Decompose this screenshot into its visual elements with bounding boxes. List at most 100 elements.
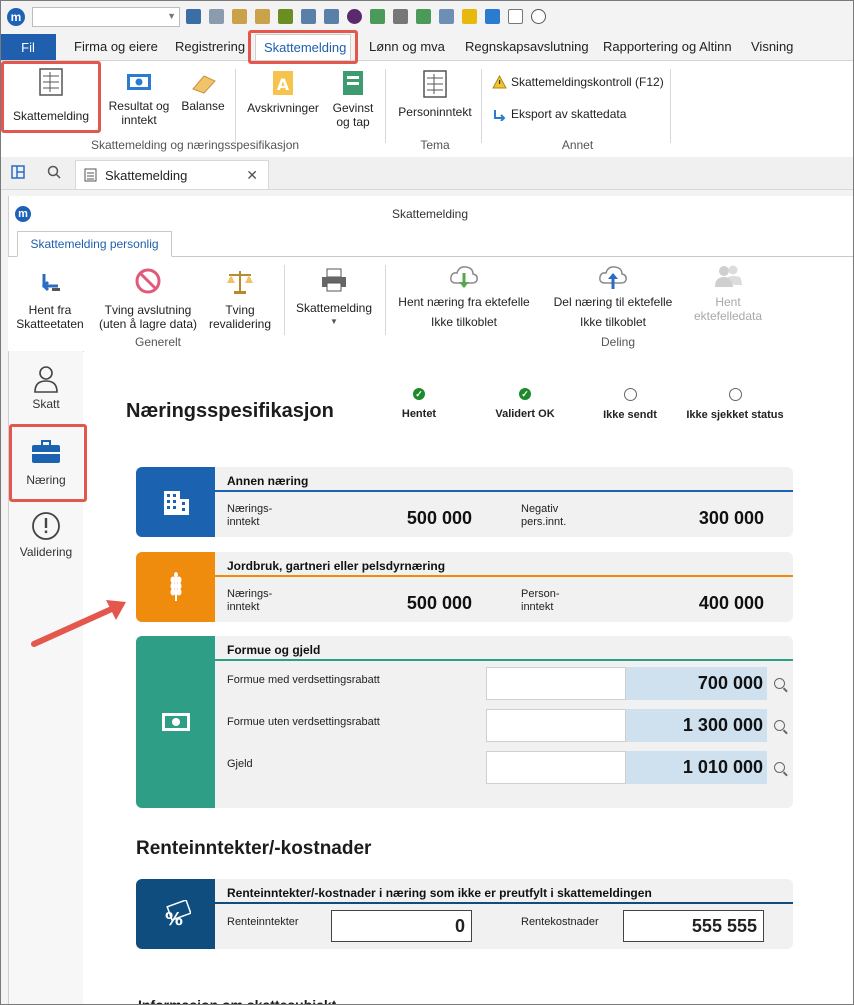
group-label-tema: Tema	[420, 138, 450, 152]
tab-skattemelding-personlig[interactable]: Skattemelding personlig	[17, 231, 172, 257]
field-label: Formue med verdsettingsrabatt	[227, 674, 380, 686]
form-icon	[423, 70, 447, 98]
card-jordbruk[interactable]: Jordbruk, gartneri eller pelsdyrnæring N…	[136, 552, 793, 622]
sidenav-label-skatt: Skatt	[32, 397, 60, 411]
status-label: Hentet	[401, 408, 437, 420]
sidenav-label-naering: Næring	[26, 473, 66, 487]
person-icon	[34, 366, 58, 393]
formue-med-input[interactable]	[486, 667, 626, 700]
hent-naering-button[interactable]: Hent næring fra ektefelle Ikke tilkoblet	[394, 263, 534, 329]
panels-icon[interactable]	[11, 165, 25, 179]
tab-skattemelding[interactable]: Skattemelding	[255, 34, 351, 60]
briefcase-icon	[32, 440, 60, 463]
scale-icon[interactable]	[232, 9, 247, 24]
card-icon-box	[136, 636, 215, 808]
company-selector[interactable]: ▼	[32, 7, 180, 27]
skattemelding-print-button[interactable]: Skattemelding ▼	[292, 267, 376, 329]
monitor-2-icon[interactable]	[324, 9, 339, 24]
monitor-icon[interactable]	[301, 9, 316, 24]
card-divider	[215, 490, 793, 492]
card-divider	[215, 575, 793, 577]
del-naering-button[interactable]: Del næring til ektefelle Ikke tilkoblet	[548, 263, 678, 329]
group-label-generelt: Generelt	[134, 335, 182, 349]
gjeld-value[interactable]: 1 010 000	[626, 751, 767, 784]
search-icon[interactable]	[774, 762, 785, 773]
search-icon[interactable]	[774, 678, 785, 689]
search-icon[interactable]	[774, 720, 785, 731]
eksport-button[interactable]: Eksport av skattedata	[492, 107, 626, 121]
card-annen-naering[interactable]: Annen næring Nærings- inntekt 500 000 Ne…	[136, 467, 793, 537]
scale-add-icon[interactable]	[255, 9, 270, 24]
eksport-label: Eksport av skattedata	[511, 107, 627, 121]
warning-icon[interactable]	[462, 9, 477, 24]
page-title: Næringsspesifikasjon	[126, 400, 334, 422]
separator	[385, 69, 386, 143]
checklist-icon[interactable]	[370, 9, 385, 24]
inner-window-title: Skattemelding	[391, 207, 469, 221]
separator	[481, 69, 482, 143]
close-icon[interactable]: ✕	[246, 167, 258, 184]
resultat-label: Resultat og inntekt	[108, 99, 170, 127]
skattemelding-button[interactable]: Skattemelding	[8, 67, 94, 123]
sidenav-item-validering[interactable]: Validering	[9, 511, 83, 559]
tab-regnskap[interactable]: Regnskapsavslutning	[465, 34, 589, 60]
table-icon[interactable]	[209, 9, 224, 24]
resultat-button[interactable]: Resultat og inntekt	[106, 71, 172, 127]
tab-firma[interactable]: Firma og eiere	[74, 34, 158, 60]
balanse-label: Balanse	[181, 99, 225, 113]
card-renteinntekter[interactable]: % Renteinntekter/-kostnader i næring som…	[136, 879, 793, 949]
quick-access-toolbar: m ▼	[0, 0, 854, 35]
rentekostnader-input[interactable]: 555 555	[623, 910, 764, 942]
doc-tab-skattemelding[interactable]: Skattemelding ✕	[75, 160, 269, 189]
document-icon[interactable]	[508, 9, 523, 24]
naeringsinntekt-value: 500 000	[406, 593, 472, 613]
sidenav-label-validering: Validering	[19, 545, 73, 559]
formue-uten-value[interactable]: 1 300 000	[626, 709, 767, 742]
grid-icon[interactable]	[439, 9, 454, 24]
card-formue-og-gjeld[interactable]: Formue og gjeld Formue med verdsettingsr…	[136, 636, 793, 808]
hent-ektefelledata-button[interactable]: Hent ektefelledata	[688, 263, 768, 323]
avskrivninger-label: Avskrivninger	[247, 101, 319, 115]
sidenav-item-skatt[interactable]: Skatt	[9, 365, 83, 411]
kontroll-button[interactable]: Skattemeldingskontroll (F12)	[492, 75, 664, 89]
renteinntekter-input[interactable]: 0	[331, 910, 472, 942]
users-icon	[715, 265, 742, 287]
hent-fra-skatteetaten-button[interactable]: Hent fra Skatteetaten	[14, 271, 86, 331]
sidenav-item-naering[interactable]: Næring	[9, 439, 83, 487]
calculator-icon[interactable]	[186, 9, 201, 24]
eraser-icon	[192, 75, 216, 94]
formue-uten-input[interactable]	[486, 709, 626, 742]
card-icon-box	[136, 467, 215, 537]
m-circle-icon[interactable]	[347, 9, 362, 24]
annotation-arrow-icon	[31, 600, 126, 647]
formue-med-value[interactable]: 700 000	[626, 667, 767, 700]
help-icon[interactable]	[531, 9, 546, 24]
printer-check-icon[interactable]	[416, 9, 431, 24]
status-label: Validert OK	[495, 408, 555, 420]
tab-file[interactable]: Fil	[0, 34, 56, 60]
tving-revalidering-button[interactable]: Tving revalidering	[206, 267, 274, 331]
separator	[670, 69, 671, 143]
balanse-button[interactable]: Balanse	[180, 71, 226, 113]
status-validert: ✓ Validert OK	[484, 388, 566, 420]
teamviewer-icon[interactable]	[485, 9, 500, 24]
forbidden-icon	[135, 268, 161, 294]
tab-registrering[interactable]: Registrering	[175, 34, 245, 60]
printer-icon[interactable]	[393, 9, 408, 24]
empty-circle-icon	[623, 388, 637, 401]
edit-icon[interactable]	[278, 9, 293, 24]
naeringsinntekt-value: 500 000	[406, 508, 472, 528]
card-title: Jordbruk, gartneri eller pelsdyrnæring	[227, 559, 446, 573]
tab-visning[interactable]: Visning	[751, 34, 793, 60]
card-divider	[215, 902, 793, 904]
tving-avslutning-button[interactable]: Tving avslutning (uten å lagre data)	[96, 267, 200, 331]
tab-rapportering[interactable]: Rapportering og Altinn	[603, 34, 732, 60]
gevinst-button[interactable]: Gevinst og tap	[330, 69, 376, 129]
tab-lonn[interactable]: Lønn og mva	[369, 34, 445, 60]
personinntekt-button[interactable]: Personinntekt	[394, 69, 476, 119]
search-icon[interactable]	[47, 165, 61, 179]
gjeld-input[interactable]	[486, 751, 626, 784]
section-heading-rente: Renteinntekter/-kostnader	[136, 838, 372, 859]
avskrivninger-button[interactable]: A Avskrivninger	[244, 69, 322, 115]
chevron-down-icon[interactable]: ▼	[167, 11, 176, 21]
